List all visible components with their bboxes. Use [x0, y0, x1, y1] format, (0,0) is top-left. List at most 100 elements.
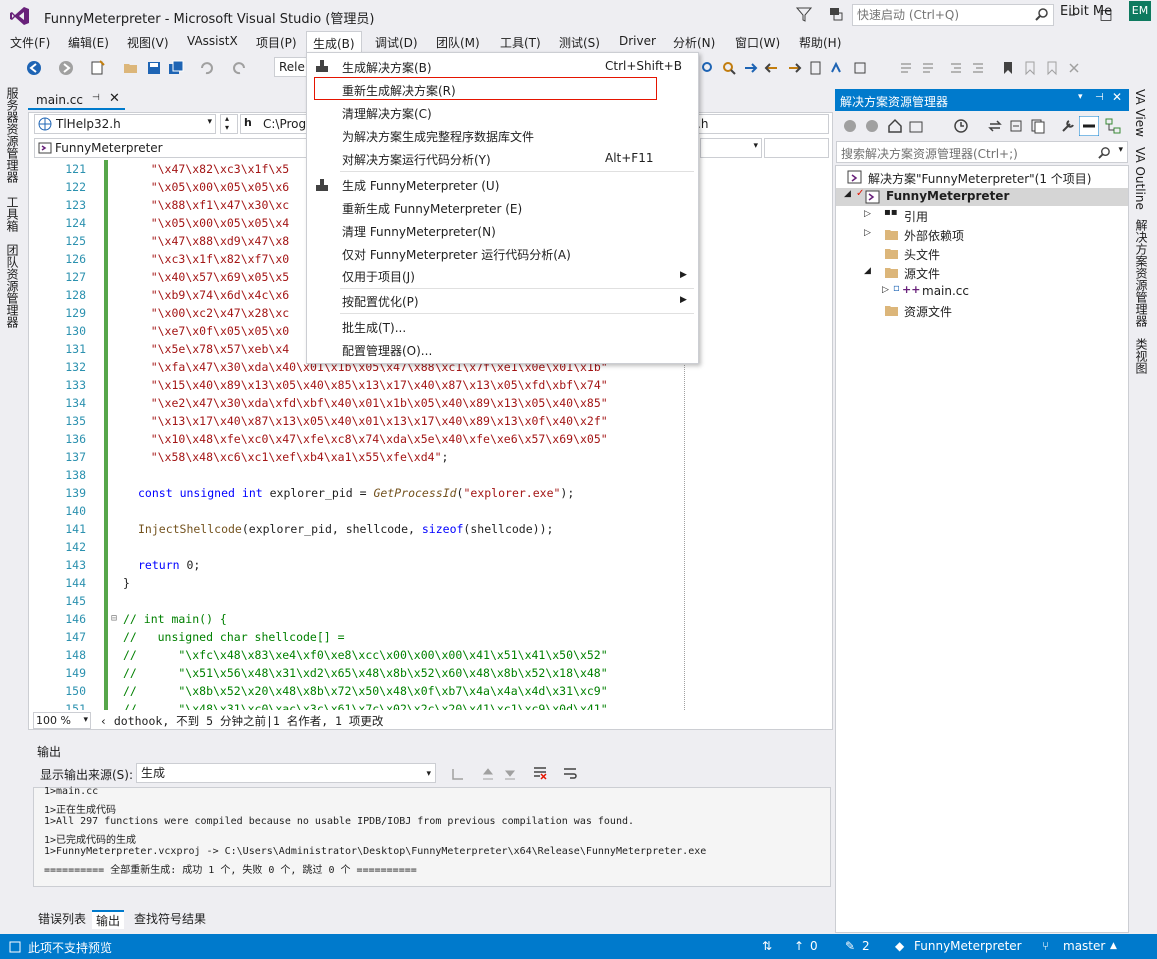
redo-icon[interactable]: [232, 60, 248, 76]
publish-icon[interactable]: ⇅: [762, 939, 772, 953]
back-icon[interactable]: [843, 119, 857, 133]
tree-node[interactable]: 外部依赖项: [904, 227, 964, 244]
code-line[interactable]: 137 "\x58\x48\xc6\xc1\xef\xb4\xa1\x55\xf…: [50, 448, 832, 466]
path-combo[interactable]: h C:\Prog: [240, 114, 310, 134]
comment-icon[interactable]: [898, 60, 914, 76]
tab-find-symbol-results[interactable]: 查找符号结果: [134, 910, 206, 927]
member-combo[interactable]: [764, 138, 829, 158]
menu-build-solution[interactable]: 生成解决方案(B): [342, 59, 432, 76]
sync-icon[interactable]: [987, 118, 1003, 134]
code-line[interactable]: 139 const unsigned int explorer_pid = Get…: [50, 484, 832, 502]
menu-project[interactable]: 项目(P): [256, 34, 297, 51]
menu-generate-pdb[interactable]: 为解决方案生成完整程序数据库文件: [342, 128, 534, 145]
pending-changes-icon[interactable]: [953, 118, 969, 134]
menu-rebuild-solution[interactable]: 重新生成解决方案(R): [342, 82, 456, 99]
prev-message-icon[interactable]: [480, 766, 496, 782]
path-combo-end[interactable]: .h: [694, 114, 829, 134]
next-message-icon[interactable]: [502, 766, 518, 782]
unpublished-count[interactable]: 0: [810, 939, 818, 953]
solution-explorer-search[interactable]: 搜索解决方案资源管理器(Ctrl+;) ▾: [836, 141, 1128, 163]
indent-icon[interactable]: [970, 60, 986, 76]
nav-spinner[interactable]: ▴ ▾: [220, 114, 238, 134]
output-source-combo[interactable]: 生成 ▾: [136, 763, 436, 783]
tab-va-outline[interactable]: VA Outline: [1133, 147, 1147, 210]
menu-vassistx[interactable]: VAssistX: [187, 34, 238, 48]
tree-node[interactable]: 引用: [904, 208, 928, 225]
navigate-back-icon[interactable]: [764, 60, 780, 76]
collapse-all-icon[interactable]: [1008, 118, 1024, 134]
menu-help[interactable]: 帮助(H): [799, 34, 841, 51]
code-line[interactable]: 144}: [50, 574, 832, 592]
repo-name[interactable]: FunnyMeterpreter: [914, 939, 1022, 953]
expand-arrow-icon[interactable]: ◢: [844, 189, 851, 199]
expand-arrow-icon[interactable]: ▷: [864, 209, 871, 219]
menu-rebuild-project[interactable]: 重新生成 FunnyMeterpreter (E): [342, 200, 522, 217]
code-line[interactable]: 149 // "\x51\x56\x48\x31\xd2\x65\x48\x8b\…: [50, 664, 832, 682]
avatar[interactable]: EM: [1129, 1, 1151, 21]
project-combo[interactable]: FunnyMeterpreter: [34, 138, 314, 158]
tab-toolbox[interactable]: 工具箱: [4, 196, 21, 232]
word-wrap-icon[interactable]: [562, 766, 578, 782]
branch-arrow-icon[interactable]: ▲: [1110, 941, 1117, 951]
next-bookmark-icon[interactable]: [1044, 60, 1060, 76]
paragraph-icon[interactable]: [852, 60, 868, 76]
forward-icon[interactable]: [865, 119, 879, 133]
clear-all-icon[interactable]: [532, 765, 548, 781]
navigate-forward-icon[interactable]: [786, 60, 802, 76]
properties-icon[interactable]: [1060, 118, 1076, 134]
menu-run-code-analysis-project[interactable]: 仅对 FunnyMeterpreter 运行代码分析(A): [342, 246, 571, 263]
bookmark-icon[interactable]: [1000, 60, 1016, 76]
scope-combo[interactable]: ▾: [700, 138, 762, 158]
menu-driver[interactable]: Driver: [619, 34, 656, 48]
expand-arrow-icon[interactable]: ▷: [882, 285, 889, 295]
close-tab-icon[interactable]: ✕: [109, 91, 120, 106]
menu-debug[interactable]: 调试(D): [375, 34, 418, 51]
code-line[interactable]: 148 // "\xfc\x48\x83\xe4\xf0\xe8\xcc\x00\…: [50, 646, 832, 664]
close-icon[interactable]: ✕: [1112, 90, 1122, 104]
feedback-icon[interactable]: [828, 5, 844, 23]
pin-icon[interactable]: ⊣: [92, 93, 100, 103]
new-project-icon[interactable]: [89, 60, 105, 76]
pin-icon[interactable]: ⊣: [1095, 92, 1104, 103]
notification-filter-icon[interactable]: [796, 5, 812, 23]
code-line[interactable]: 138: [50, 466, 832, 484]
include-file-combo[interactable]: TlHelp32.h ▾: [34, 114, 216, 134]
menu-test[interactable]: 测试(S): [559, 34, 600, 51]
menu-file[interactable]: 文件(F): [10, 34, 50, 51]
user-name[interactable]: Eibit Me: [1060, 4, 1112, 19]
branch-name[interactable]: master: [1063, 939, 1105, 953]
tree-solution[interactable]: 解决方案"FunnyMeterpreter"(1 个项目): [868, 170, 1091, 187]
tree-node[interactable]: 头文件: [904, 246, 940, 263]
menu-batch-build[interactable]: 批生成(T)...: [342, 319, 406, 336]
menu-pgo[interactable]: 按配置优化(P): [342, 293, 419, 310]
goto-icon[interactable]: [743, 60, 759, 76]
pending-edits-count[interactable]: 2: [862, 939, 870, 953]
class-diagram-icon[interactable]: [1105, 118, 1121, 134]
code-line[interactable]: 151 // "\x48\x31\xc0\xac\x3c\x61\x7c\x02\…: [50, 700, 832, 710]
tree-node[interactable]: main.cc: [922, 284, 969, 298]
menu-clean-solution[interactable]: 清理解决方案(C): [342, 105, 432, 122]
tab-va-view[interactable]: VA View: [1133, 89, 1147, 137]
tab-output[interactable]: 输出: [92, 910, 125, 929]
collapse-region-icon[interactable]: ⊟: [111, 610, 117, 628]
expand-arrow-icon[interactable]: ▷: [864, 228, 871, 238]
spell-check-icon[interactable]: [830, 60, 846, 76]
open-folder-icon[interactable]: [123, 60, 139, 76]
tab-solution-explorer[interactable]: 解决方案资源管理器: [1133, 219, 1150, 327]
show-all-files-icon[interactable]: [1030, 118, 1046, 134]
tab-error-list[interactable]: 错误列表: [38, 910, 86, 927]
code-line[interactable]: 133 "\x15\x40\x89\x13\x05\x40\x85\x13\x1…: [50, 376, 832, 394]
document-tab-label[interactable]: main.cc: [36, 93, 83, 107]
menu-window[interactable]: 窗口(W): [735, 34, 780, 51]
preview-selected-icon[interactable]: [1079, 116, 1099, 136]
codelens-info[interactable]: ‹ dothook, 不到 5 分钟之前|1 名作者, 1 项更改: [100, 713, 383, 729]
quick-launch-input[interactable]: [853, 5, 1033, 25]
dropdown-arrow-icon[interactable]: ▾: [1078, 92, 1083, 102]
dropdown-arrow-icon[interactable]: ▾: [1118, 145, 1123, 155]
clear-bookmark-icon[interactable]: [1066, 60, 1082, 76]
zoom-combo[interactable]: 100 % ▾: [33, 712, 91, 729]
uncomment-icon[interactable]: [920, 60, 936, 76]
back-icon[interactable]: [26, 60, 42, 76]
menu-clean-project[interactable]: 清理 FunnyMeterpreter(N): [342, 223, 496, 240]
forward-icon[interactable]: [58, 60, 74, 76]
